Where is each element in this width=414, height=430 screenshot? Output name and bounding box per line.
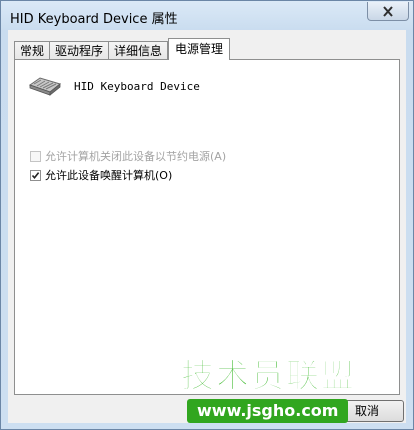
device-name: HID Keyboard Device [74, 80, 200, 93]
cancel-button[interactable]: 取消 [330, 400, 404, 422]
close-icon [383, 5, 393, 17]
tab-details[interactable]: 详细信息 [108, 41, 169, 60]
ok-button[interactable]: 确定 [247, 400, 321, 422]
tab-general[interactable]: 常规 [14, 41, 51, 60]
allow-power-off-checkbox[interactable] [30, 150, 41, 162]
allow-power-off-option[interactable]: 允许计算机关闭此设备以节约电源(A) [30, 148, 226, 164]
allow-wake-checkbox[interactable] [30, 169, 41, 181]
power-management-panel: HID Keyboard Device 允许计算机关闭此设备以节约电源(A) 允… [14, 59, 400, 395]
window-title: HID Keyboard Device 属性 [10, 12, 178, 27]
properties-dialog: HID Keyboard Device 属性 常规 驱动程序 详细信息 电源管理… [0, 0, 414, 430]
checkmark-icon [31, 171, 40, 179]
tab-driver[interactable]: 驱动程序 [49, 41, 110, 60]
allow-wake-option[interactable]: 允许此设备唤醒计算机(O) [30, 167, 172, 183]
close-button[interactable] [367, 2, 409, 21]
tab-power-management[interactable]: 电源管理 [168, 38, 231, 60]
allow-wake-label: 允许此设备唤醒计算机(O) [45, 169, 173, 182]
tab-strip: 常规 驱动程序 详细信息 电源管理 [14, 38, 231, 60]
keyboard-icon [28, 77, 62, 96]
dialog-client: 常规 驱动程序 详细信息 电源管理 HID Keyboard Device 允许… [8, 30, 406, 423]
allow-power-off-label: 允许计算机关闭此设备以节约电源(A) [45, 150, 227, 163]
